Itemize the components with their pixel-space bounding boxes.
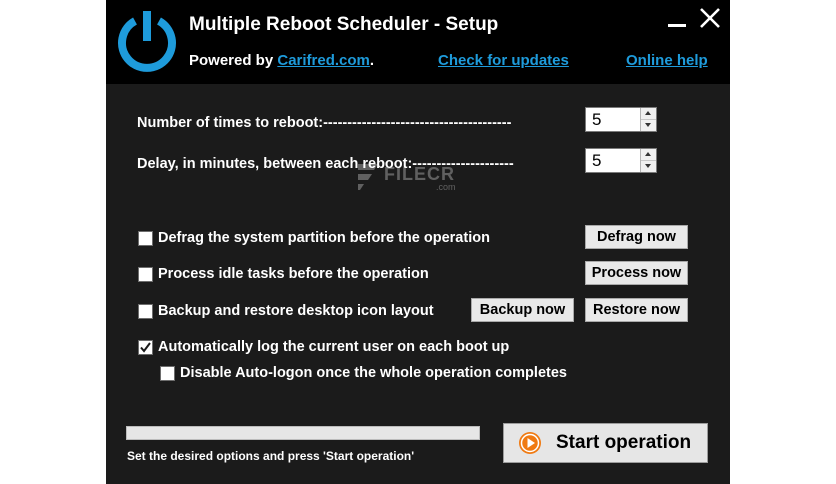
backup-label: Backup and restore desktop icon layout <box>158 303 434 319</box>
reboot-count-increment[interactable] <box>641 108 656 120</box>
powered-by-text: Powered by Carifred.com. <box>189 52 374 69</box>
carifred-link[interactable]: Carifred.com <box>277 52 370 69</box>
delay-label: Delay, in minutes, between each reboot:-… <box>137 156 514 172</box>
minimize-icon <box>668 24 686 27</box>
progress-bar <box>126 426 480 440</box>
reboot-count-decrement[interactable] <box>641 120 656 131</box>
reboot-count-value[interactable]: 5 <box>592 110 601 130</box>
watermark-subtext: .com <box>436 182 456 192</box>
backup-checkbox[interactable] <box>138 304 153 319</box>
backup-now-button[interactable]: Backup now <box>471 298 574 322</box>
defrag-now-button[interactable]: Defrag now <box>585 225 688 249</box>
window-title: Multiple Reboot Scheduler - Setup <box>189 14 499 35</box>
screenshot-stage: Multiple Reboot Scheduler - Setup Powere… <box>0 0 836 484</box>
minimize-button[interactable] <box>666 10 688 32</box>
chevron-down-icon <box>645 164 651 168</box>
setup-window: Multiple Reboot Scheduler - Setup Powere… <box>106 0 730 484</box>
reboot-count-spin-buttons <box>640 108 656 131</box>
title-bar: Multiple Reboot Scheduler - Setup Powere… <box>106 0 730 84</box>
restore-now-button[interactable]: Restore now <box>585 298 688 322</box>
defrag-checkbox[interactable] <box>138 231 153 246</box>
delay-value[interactable]: 5 <box>592 151 601 171</box>
delay-spinner[interactable]: 5 <box>585 148 657 173</box>
idle-tasks-label: Process idle tasks before the operation <box>158 266 429 282</box>
powered-by-prefix: Powered by <box>189 52 278 69</box>
delay-spin-buttons <box>640 149 656 172</box>
status-text: Set the desired options and press 'Start… <box>127 449 415 463</box>
process-now-button[interactable]: Process now <box>585 261 688 285</box>
disable-autologon-checkbox[interactable] <box>160 366 175 381</box>
delay-decrement[interactable] <box>641 161 656 172</box>
power-icon <box>118 11 176 72</box>
check-for-updates-link[interactable]: Check for updates <box>438 52 569 69</box>
autologon-checkbox[interactable] <box>138 340 153 355</box>
online-help-link[interactable]: Online help <box>626 52 708 69</box>
reboot-count-spinner[interactable]: 5 <box>585 107 657 132</box>
reboot-count-label: Number of times to reboot:--------------… <box>137 115 512 131</box>
defrag-label: Defrag the system partition before the o… <box>158 230 490 246</box>
chevron-up-icon <box>645 111 651 115</box>
close-button[interactable] <box>698 6 722 30</box>
autologon-label: Automatically log the current user on ea… <box>158 339 510 355</box>
powered-by-suffix: . <box>369 52 375 69</box>
disable-autologon-label: Disable Auto-logon once the whole operat… <box>180 365 567 381</box>
checkmark-icon <box>140 342 151 353</box>
close-icon <box>700 8 720 28</box>
delay-increment[interactable] <box>641 149 656 161</box>
chevron-down-icon <box>645 123 651 127</box>
start-operation-button[interactable]: Start operation <box>503 423 708 463</box>
start-operation-label: Start operation <box>556 432 692 453</box>
play-icon <box>519 432 541 454</box>
idle-tasks-checkbox[interactable] <box>138 267 153 282</box>
chevron-up-icon <box>645 152 651 156</box>
